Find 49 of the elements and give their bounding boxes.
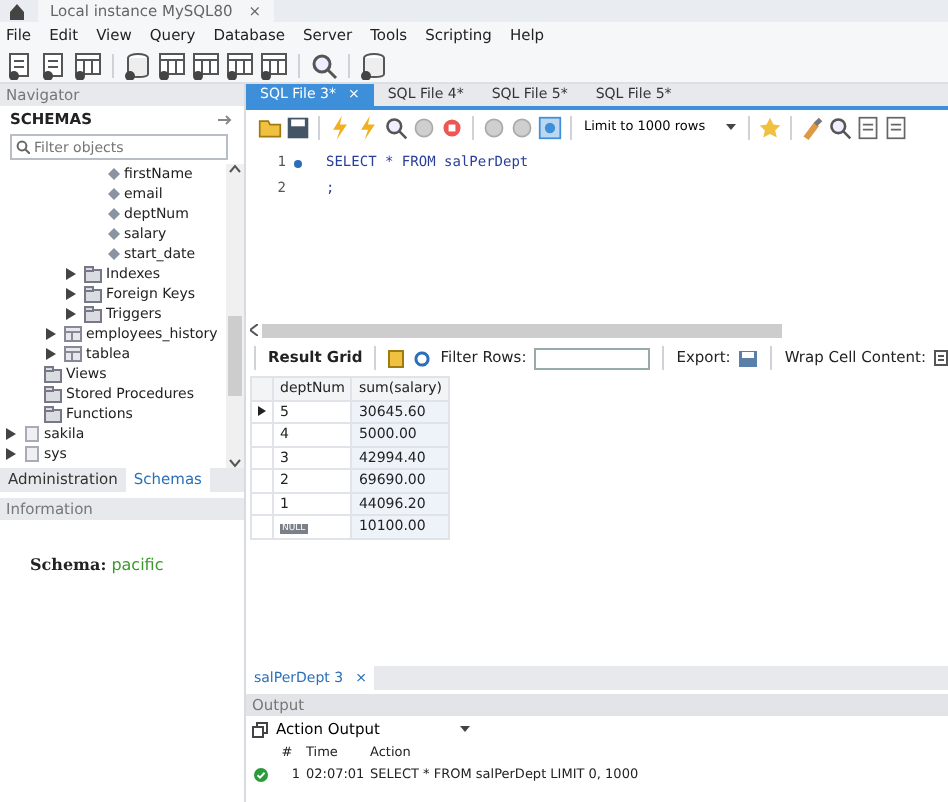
folder-icon	[44, 385, 62, 403]
folder-icon	[44, 405, 62, 423]
table-icon[interactable]	[226, 51, 254, 79]
open-sql-file-icon[interactable]	[40, 51, 68, 79]
scrollbar-thumb[interactable]	[262, 323, 782, 337]
database-icon[interactable]	[360, 51, 388, 79]
filter-field[interactable]	[534, 347, 651, 369]
search-icon[interactable]	[827, 115, 852, 139]
table-icon[interactable]	[192, 51, 220, 79]
scroll-up-icon[interactable]	[228, 164, 242, 174]
toggle-icon[interactable]	[538, 115, 562, 139]
table-icon[interactable]	[158, 51, 186, 79]
search-icon[interactable]	[384, 115, 408, 139]
expand-arrow-icon[interactable]	[66, 268, 76, 280]
star-icon[interactable]	[757, 115, 782, 139]
folder-icon	[84, 305, 102, 323]
save-icon[interactable]	[286, 115, 310, 139]
copy-icon[interactable]	[252, 721, 268, 737]
scrollbar-thumb[interactable]	[228, 316, 242, 396]
expand-arrow-icon[interactable]	[46, 328, 56, 340]
expand-arrow-icon[interactable]	[66, 288, 76, 300]
table-icon[interactable]	[74, 51, 102, 79]
folder-icon	[44, 365, 62, 383]
expand-arrow-icon[interactable]	[6, 448, 16, 460]
database-icon[interactable]	[124, 51, 152, 79]
search-icon	[16, 140, 30, 154]
table-icon[interactable]	[260, 51, 288, 79]
schema-name: pacific	[111, 556, 164, 574]
page-icon[interactable]	[883, 115, 908, 139]
expand-arrow-icon[interactable]	[46, 348, 56, 360]
table-icon	[64, 326, 82, 342]
scroll-down-icon[interactable]	[228, 458, 242, 468]
scroll-left-icon[interactable]	[250, 324, 258, 336]
open-file-icon[interactable]	[258, 115, 282, 139]
brush-icon[interactable]	[799, 115, 824, 139]
page-icon[interactable]	[855, 115, 880, 139]
folder-icon	[84, 285, 102, 303]
wrap-icon[interactable]	[933, 350, 948, 366]
new-sql-tab-icon[interactable]	[6, 51, 34, 79]
caret-icon	[725, 124, 736, 130]
schema-label: Schema:	[30, 554, 107, 574]
table-icon	[64, 346, 82, 362]
expand-arrow-icon[interactable]	[66, 308, 76, 320]
export-icon[interactable]	[738, 349, 759, 367]
expand-arrow-icon[interactable]	[6, 428, 16, 440]
stop-icon[interactable]	[440, 115, 464, 139]
caret-icon	[459, 726, 470, 732]
folder-icon	[84, 265, 102, 283]
search-icon[interactable]	[310, 51, 338, 79]
